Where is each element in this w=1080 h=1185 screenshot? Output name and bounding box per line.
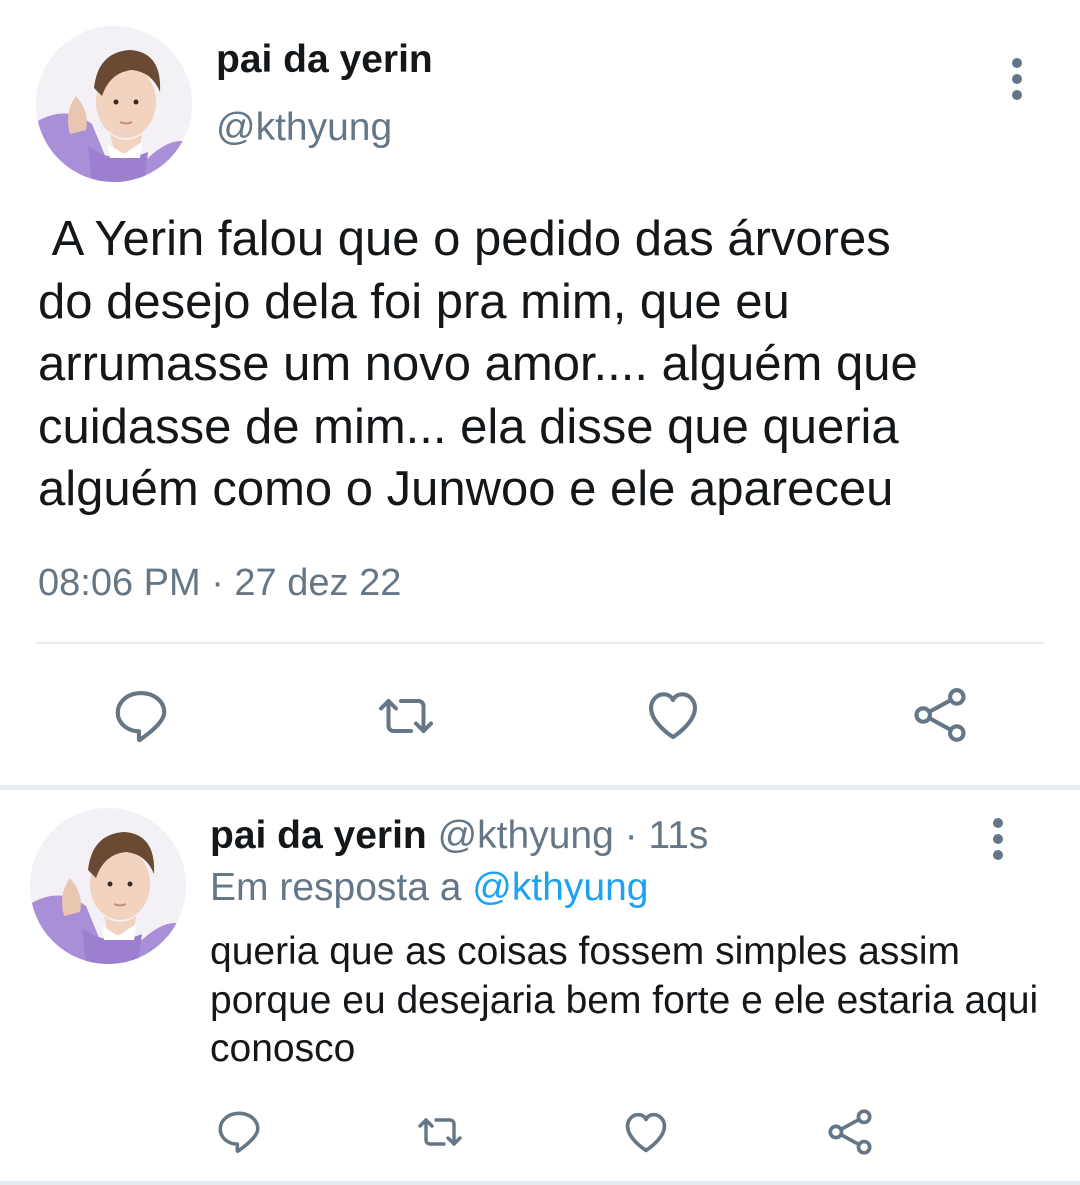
reply-icon[interactable] [110, 684, 172, 746]
reply-to-handle-link[interactable]: @kthyung [472, 866, 648, 909]
retweet-icon[interactable] [412, 1108, 468, 1156]
tweet-timestamp[interactable]: 08:06 PM · 27 dez 22 [38, 562, 401, 605]
more-options-icon[interactable] [1002, 58, 1032, 100]
reply-context: Em resposta a @kthyung [210, 866, 648, 910]
more-options-icon[interactable] [983, 818, 1013, 860]
retweet-icon[interactable] [372, 686, 440, 746]
divider [0, 1181, 1080, 1185]
share-icon[interactable] [908, 684, 972, 746]
thread-separator [0, 785, 1080, 790]
avatar-image [30, 808, 186, 964]
avatar-image [36, 26, 192, 182]
avatar[interactable] [30, 808, 186, 964]
user-handle[interactable]: @kthyung [216, 106, 392, 150]
display-name[interactable]: pai da yerin [210, 814, 427, 857]
main-tweet: pai da yerin @kthyung A Yerin falou que … [0, 0, 1080, 790]
reply-header: pai da yerin @kthyung · 11s [210, 814, 708, 858]
tweet-text: queria que as coisas fossem simples assi… [210, 930, 1039, 1070]
avatar[interactable] [36, 26, 192, 182]
tweet-text: A Yerin falou que o pedido das árvores d… [38, 212, 918, 516]
divider [36, 642, 1044, 644]
display-name[interactable]: pai da yerin [216, 38, 433, 82]
like-icon[interactable] [619, 1106, 673, 1158]
handle-and-time: @kthyung · 11s [426, 814, 709, 857]
like-icon[interactable] [640, 684, 706, 746]
reply-icon[interactable] [214, 1106, 264, 1156]
reply-prefix: Em resposta a [210, 866, 473, 909]
share-icon[interactable] [824, 1106, 876, 1158]
